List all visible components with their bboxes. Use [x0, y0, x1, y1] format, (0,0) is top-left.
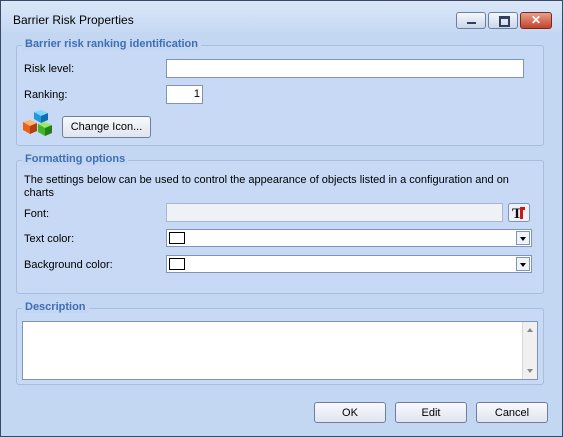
font-picker-icon[interactable]: T	[508, 203, 530, 222]
window-title: Barrier Risk Properties	[13, 13, 134, 27]
change-icon-button[interactable]: Change Icon...	[62, 116, 151, 138]
description-scrollbar[interactable]	[522, 322, 537, 379]
colored-cubes-icon	[23, 110, 52, 136]
minimize-button[interactable]	[456, 12, 486, 29]
background-color-label: Background color:	[24, 259, 113, 271]
identification-group-title: Barrier risk ranking identification	[22, 38, 201, 50]
ranking-input[interactable]: 1	[166, 85, 203, 104]
background-color-select[interactable]	[166, 255, 532, 273]
text-color-label: Text color:	[24, 233, 75, 245]
scroll-down-icon[interactable]	[527, 369, 533, 373]
font-field	[166, 203, 503, 222]
title-bar: Barrier Risk Properties ✕	[1, 1, 562, 33]
identification-group: Barrier risk ranking identification Risk…	[16, 38, 544, 146]
edit-button[interactable]: Edit	[395, 402, 467, 423]
formatting-description: The settings below can be used to contro…	[24, 174, 509, 199]
text-color-swatch	[169, 232, 185, 244]
description-group-title: Description	[22, 301, 89, 313]
description-group: Description	[16, 301, 544, 385]
description-textarea[interactable]	[22, 321, 538, 380]
font-label: Font:	[24, 208, 50, 220]
close-icon: ✕	[530, 13, 542, 27]
chevron-down-icon[interactable]	[516, 231, 530, 245]
maximize-button[interactable]	[488, 12, 518, 29]
background-color-swatch	[169, 258, 185, 270]
properties-dialog: Barrier Risk Properties ✕ Barrier risk r…	[0, 0, 563, 437]
text-color-select[interactable]	[166, 229, 532, 247]
risk-level-label: Risk level:	[24, 63, 75, 75]
ok-button[interactable]: OK	[314, 402, 386, 423]
cancel-button[interactable]: Cancel	[476, 402, 548, 423]
risk-level-input[interactable]	[166, 59, 524, 78]
close-button[interactable]: ✕	[520, 12, 552, 29]
ranking-label: Ranking:	[24, 89, 68, 101]
chevron-down-icon[interactable]	[516, 257, 530, 271]
formatting-group: Formatting options The settings below ca…	[16, 153, 544, 294]
formatting-group-title: Formatting options	[22, 153, 129, 165]
scroll-up-icon[interactable]	[527, 328, 533, 332]
